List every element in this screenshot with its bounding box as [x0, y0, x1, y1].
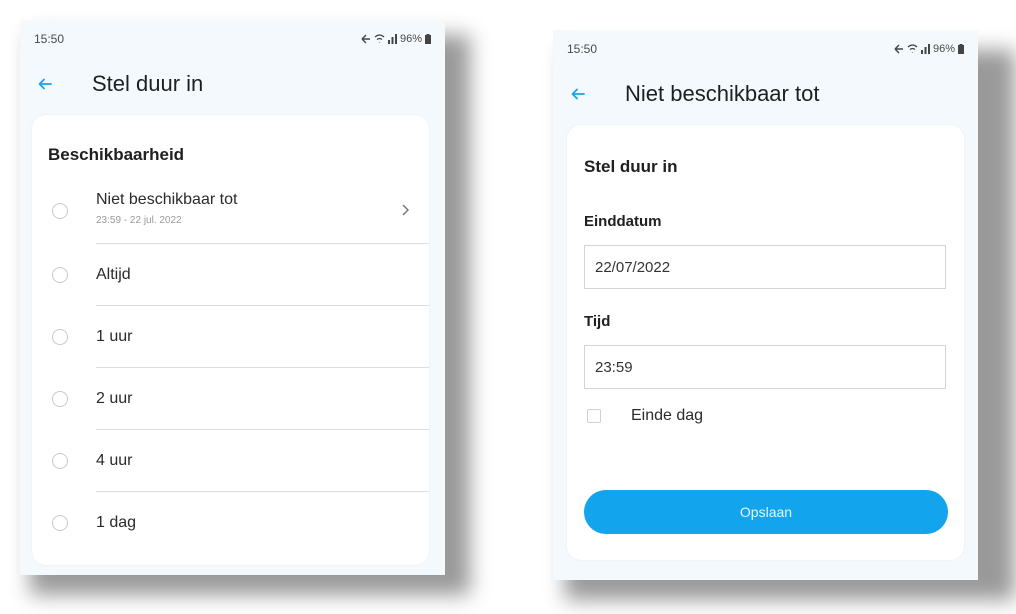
section-title: Stel duur in: [584, 157, 678, 176]
time-label: Tijd: [584, 313, 611, 330]
radio-button[interactable]: [52, 391, 68, 407]
option-label: 1 dag: [96, 514, 137, 531]
option-label: 4 uur: [96, 452, 133, 469]
radio-button[interactable]: [52, 453, 68, 469]
option-4-hours[interactable]: 4 uur: [32, 430, 429, 492]
availability-card: Beschikbaarheid Niet beschikbaar tot 23:…: [32, 115, 429, 565]
status-time: 15:50: [567, 42, 598, 56]
phone-screen-until: 15:50 96% Niet beschikbaar tot Stel duur…: [553, 30, 978, 580]
status-bar: 15:50 96%: [20, 20, 445, 58]
wifi-icon: [374, 34, 385, 43]
section-title: Beschikbaarheid: [48, 145, 185, 164]
arrow-left-icon[interactable]: [34, 73, 56, 95]
end-date-field[interactable]: 22/07/2022: [584, 245, 946, 289]
radio-button[interactable]: [52, 267, 68, 283]
signal-icon: [387, 34, 397, 44]
end-of-day-option[interactable]: Einde dag: [587, 407, 703, 425]
status-time: 15:50: [34, 32, 65, 46]
status-icons: 96%: [894, 43, 964, 55]
end-date-label: Einddatum: [584, 213, 662, 230]
arrow-left-icon[interactable]: [567, 83, 589, 105]
option-label: Altijd: [96, 266, 131, 283]
save-button[interactable]: Opslaan: [584, 490, 948, 534]
option-1-day[interactable]: 1 dag: [32, 492, 429, 554]
chevron-right-icon: [402, 204, 409, 216]
option-always[interactable]: Altijd: [32, 244, 429, 306]
mute-icon: [361, 34, 370, 44]
signal-icon: [920, 44, 930, 54]
battery-icon: [425, 34, 431, 44]
phone-screen-duration: 15:50 96% Stel duur in Beschikbaarheid N…: [20, 20, 445, 575]
stage: 15:50 96% Stel duur in Beschikbaarheid N…: [0, 0, 1016, 614]
availability-options: Niet beschikbaar tot 23:59 - 22 jul. 202…: [32, 178, 429, 554]
mute-icon: [894, 44, 903, 54]
radio-button[interactable]: [52, 329, 68, 345]
radio-button[interactable]: [52, 515, 68, 531]
page-title: Stel duur in: [92, 71, 204, 96]
duration-form-card: Stel duur in Einddatum 22/07/2022 Tijd 2…: [567, 125, 964, 560]
option-sublabel: 23:59 - 22 jul. 2022: [96, 215, 182, 226]
option-1-hour[interactable]: 1 uur: [32, 306, 429, 368]
option-label: Niet beschikbaar tot: [96, 191, 238, 208]
end-of-day-label: Einde dag: [631, 407, 704, 424]
option-label: 2 uur: [96, 390, 133, 407]
battery-percentage: 96%: [932, 43, 955, 55]
time-field[interactable]: 23:59: [584, 345, 946, 389]
option-label: 1 uur: [96, 328, 133, 345]
battery-icon: [958, 44, 964, 54]
option-2-hours[interactable]: 2 uur: [32, 368, 429, 430]
page-title: Niet beschikbaar tot: [625, 81, 820, 106]
option-not-available-until[interactable]: Niet beschikbaar tot 23:59 - 22 jul. 202…: [32, 178, 429, 244]
status-bar: 15:50 96%: [553, 30, 978, 68]
wifi-icon: [907, 44, 918, 53]
radio-button[interactable]: [52, 203, 68, 219]
app-bar: Stel duur in: [20, 58, 445, 110]
end-of-day-checkbox[interactable]: [587, 409, 601, 423]
app-bar: Niet beschikbaar tot: [553, 68, 978, 120]
status-icons: 96%: [361, 33, 431, 45]
battery-percentage: 96%: [399, 33, 422, 45]
